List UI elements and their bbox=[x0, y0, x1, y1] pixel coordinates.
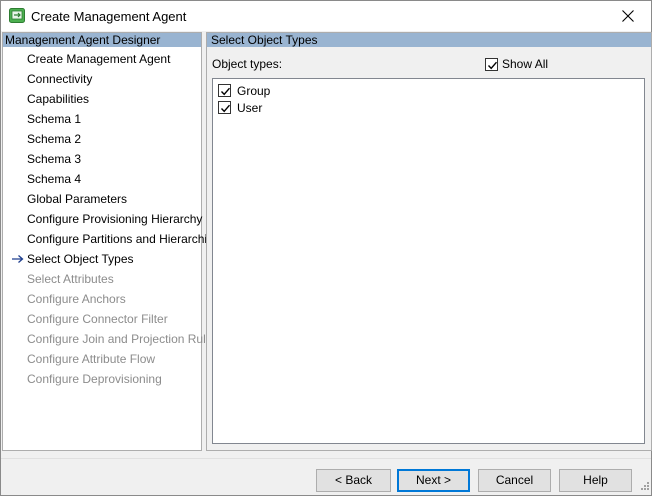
resize-grip-icon[interactable] bbox=[639, 479, 649, 493]
designer-step-label: Schema 3 bbox=[27, 152, 82, 166]
next-button[interactable]: Next > bbox=[397, 469, 470, 492]
select-object-types-panel: Select Object Types Object types: Show A… bbox=[206, 32, 652, 451]
designer-step-item: Configure Anchors bbox=[3, 289, 201, 309]
show-all-label: Show All bbox=[502, 57, 549, 71]
designer-step-item: Configure Deprovisioning bbox=[3, 369, 201, 389]
cancel-button[interactable]: Cancel bbox=[478, 469, 551, 492]
designer-step-item[interactable]: Global Parameters bbox=[3, 189, 201, 209]
checkmark-icon bbox=[487, 61, 498, 69]
designer-step-label: Capabilities bbox=[27, 92, 90, 106]
page-title: Select Object Types bbox=[207, 33, 651, 47]
show-all-check-box[interactable] bbox=[485, 57, 498, 71]
close-button[interactable] bbox=[605, 1, 651, 31]
current-step-arrow-icon bbox=[12, 255, 24, 263]
designer-step-label: Schema 1 bbox=[27, 112, 82, 126]
object-types-list[interactable]: Group User bbox=[212, 78, 645, 444]
show-all-checkbox[interactable]: Show All bbox=[485, 57, 548, 71]
designer-step-label: Select Object Types bbox=[27, 252, 134, 266]
designer-step-item: Select Attributes bbox=[3, 269, 201, 289]
designer-step-item[interactable]: Configure Provisioning Hierarchy bbox=[3, 209, 203, 229]
designer-step-label: Configure Connector Filter bbox=[27, 312, 168, 326]
designer-step-label: Select Attributes bbox=[27, 272, 114, 286]
checkmark-icon bbox=[220, 87, 231, 96]
title-bar: Create Management Agent bbox=[1, 1, 651, 31]
object-type-label: Group bbox=[237, 83, 271, 98]
designer-step-item[interactable]: Select Object Types bbox=[3, 249, 201, 269]
object-type-checkbox[interactable] bbox=[218, 101, 231, 114]
designer-step-label: Schema 4 bbox=[27, 172, 82, 186]
designer-step-item[interactable]: Schema 1 bbox=[3, 109, 201, 129]
designer-step-label: Configure Provisioning Hierarchy bbox=[27, 212, 203, 226]
object-type-checkbox[interactable] bbox=[218, 84, 231, 97]
designer-step-item[interactable]: Schema 4 bbox=[3, 169, 201, 189]
back-button[interactable]: < Back bbox=[316, 469, 391, 492]
object-type-item[interactable]: Group bbox=[213, 82, 644, 99]
object-type-label: User bbox=[237, 100, 263, 115]
designer-step-label: Connectivity bbox=[27, 72, 93, 86]
designer-step-item[interactable]: Create Management Agent bbox=[3, 49, 201, 69]
designer-step-label: Global Parameters bbox=[27, 192, 128, 206]
close-icon bbox=[622, 10, 634, 22]
checkmark-icon bbox=[220, 104, 231, 113]
designer-step-label: Configure Join and Projection Rules bbox=[27, 332, 219, 346]
footer-divider bbox=[1, 458, 651, 459]
help-button[interactable]: Help bbox=[559, 469, 632, 492]
designer-step-label: Schema 2 bbox=[27, 132, 82, 146]
designer-step-item[interactable]: Schema 2 bbox=[3, 129, 201, 149]
designer-step-label: Configure Attribute Flow bbox=[27, 352, 156, 366]
designer-step-label: Configure Deprovisioning bbox=[27, 372, 162, 386]
designer-header: Management Agent Designer bbox=[3, 33, 201, 47]
management-agent-app-icon bbox=[9, 8, 25, 23]
designer-step-item[interactable]: Connectivity bbox=[3, 69, 201, 89]
designer-steps-panel: Management Agent Designer Create Managem… bbox=[2, 32, 220, 451]
designer-steps-list: Create Management Agent Connectivity Capab… bbox=[3, 49, 220, 389]
object-type-item[interactable]: User bbox=[213, 99, 644, 116]
create-management-agent-dialog: Create Management Agent Management Agent… bbox=[0, 0, 652, 496]
designer-step-item[interactable]: Configure Partitions and Hierarchies bbox=[3, 229, 220, 249]
designer-step-item[interactable]: Schema 3 bbox=[3, 149, 201, 169]
designer-step-label: Create Management Agent bbox=[27, 52, 171, 66]
designer-step-item: Configure Connector Filter bbox=[3, 309, 201, 329]
designer-step-item[interactable]: Capabilities bbox=[3, 89, 201, 109]
designer-step-item: Configure Join and Projection Rules bbox=[3, 329, 218, 349]
object-types-label: Object types: bbox=[212, 57, 283, 71]
window-title: Create Management Agent bbox=[31, 9, 187, 24]
designer-step-item: Configure Attribute Flow bbox=[3, 349, 201, 369]
designer-step-label: Configure Anchors bbox=[27, 292, 126, 306]
designer-step-label: Configure Partitions and Hierarchies bbox=[27, 232, 220, 246]
